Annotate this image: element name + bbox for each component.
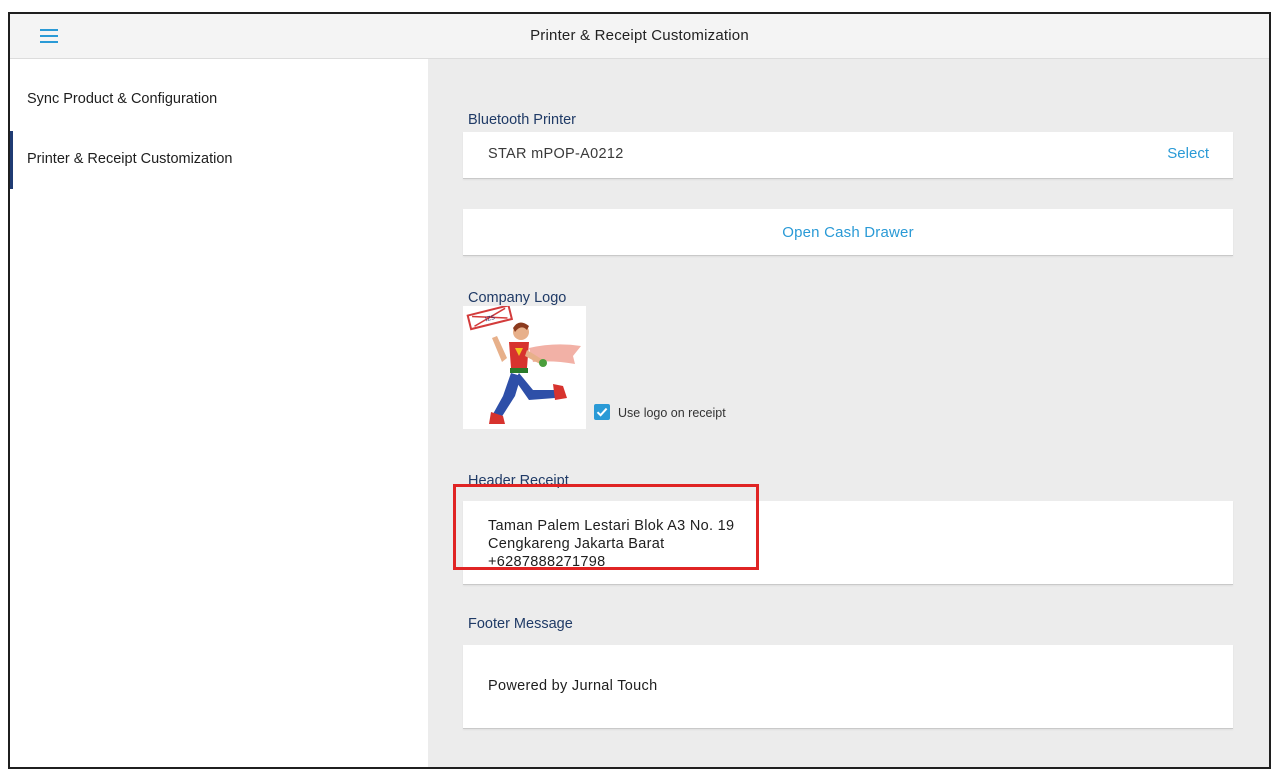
sidebar-item-label: Sync Product & Configuration [27,91,218,107]
company-logo-label: Company Logo [468,290,567,306]
footer-message-field[interactable]: Powered by Jurnal Touch [463,645,1233,729]
use-logo-checkbox[interactable] [594,404,610,420]
runner-mascot-logo: IZS [466,304,581,424]
sidebar: Sync Product & Configuration Printer & R… [10,59,428,767]
checkmark-icon [596,407,608,417]
sidebar-item-sync-product[interactable]: Sync Product & Configuration [10,71,428,129]
header-receipt-line: Cengkareng Jakarta Barat [488,536,665,552]
page-title: Printer & Receipt Customization [530,27,749,44]
bluetooth-printer-label: Bluetooth Printer [468,112,577,128]
footer-message-text: Powered by Jurnal Touch [488,678,658,694]
sidebar-item-printer-receipt[interactable]: Printer & Receipt Customization [10,131,428,189]
settings-panel: Bluetooth Printer STAR mPOP-A0212 Select… [428,59,1269,767]
header-receipt-line: +6287888271798 [488,554,606,570]
app-window: Printer & Receipt Customization Sync Pro… [8,12,1271,769]
header-receipt-text: Taman Palem Lestari Blok A3 No. 19 Cengk… [488,517,734,571]
header-receipt-label: Header Receipt [468,473,569,489]
active-indicator [10,131,13,189]
sidebar-item-label: Printer & Receipt Customization [27,151,233,167]
company-logo-image[interactable]: IZS [463,304,586,429]
select-printer-button[interactable]: Select [1167,145,1209,162]
bluetooth-printer-card: STAR mPOP-A0212 Select [463,132,1233,179]
footer-message-label: Footer Message [468,616,573,632]
header-receipt-field[interactable]: Taman Palem Lestari Blok A3 No. 19 Cengk… [463,501,1233,585]
cash-drawer-card: Open Cash Drawer [463,209,1233,256]
use-logo-label: Use logo on receipt [618,406,726,420]
app-bar: Printer & Receipt Customization [10,14,1269,59]
printer-name: STAR mPOP-A0212 [488,146,624,162]
header-receipt-line: Taman Palem Lestari Blok A3 No. 19 [488,518,735,534]
open-cash-drawer-button[interactable]: Open Cash Drawer [463,209,1233,255]
